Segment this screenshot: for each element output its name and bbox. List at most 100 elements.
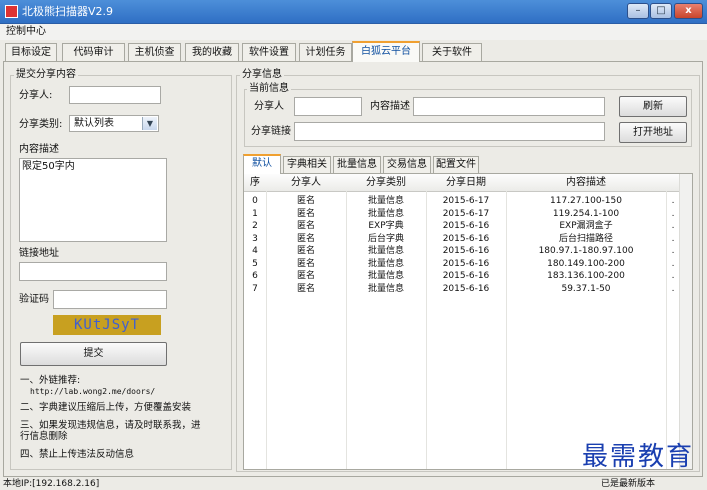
refresh-button[interactable]: 刷新 [619,96,687,117]
tab-host-recon[interactable]: 主机侦查 [128,43,181,61]
cell-sharer: 匿名 [296,196,315,206]
info-sharer-field[interactable] [294,97,362,116]
tab-code-audit[interactable]: 代码审计 [62,43,125,61]
minimize-button[interactable]: – [627,3,649,19]
maximize-button[interactable]: □ [650,3,672,19]
cell-content: 117.27.100-150 [550,196,622,206]
info-sharer-label: 分享人 [254,101,284,112]
menu-control-center[interactable]: 控制中心 [6,25,46,39]
subtab-batch-info[interactable]: 批量信息 [333,156,381,173]
cell-category: 批量信息 [367,258,404,269]
sharer-input[interactable] [69,86,161,104]
cell-category: 批量信息 [367,196,404,206]
note-4: 四、禁止上传违法反动信息 [20,449,135,460]
cell-content: 180.97.1-180.97.100 [538,246,634,256]
table-row[interactable]: 7 匿名 批量信息 2015-6-16 59.37.1-50. [244,283,674,295]
subtab-dictionary[interactable]: 字典相关 [283,156,331,173]
cell-category: 批量信息 [367,271,404,281]
captcha-image[interactable]: KUtJSyT [53,315,161,335]
menu-bar [0,24,707,40]
subtab-default[interactable]: 默认 [243,154,281,174]
table-row[interactable]: 4 匿名 批量信息 2015-6-16 180.97.1-180.97.100. [244,245,674,257]
cell-sharer: 匿名 [296,258,315,269]
window-title: 北极熊扫描器V2.9 [22,5,114,18]
cell-extra: . [671,283,675,294]
submit-share-title: 提交分享内容 [14,69,78,81]
content-text: 限定50字内 [22,161,75,172]
cell-extra: . [671,271,675,281]
cell-category: 后台字典 [367,233,404,244]
info-link-field[interactable] [294,122,605,141]
share-table[interactable]: 序 分享人 分享类别 分享日期 内容描述 0 匿名 批量信息 2015-6-17 117… [243,173,693,470]
tab-favorites[interactable]: 我的收藏 [185,43,239,61]
table-row[interactable]: 0 匿名 批量信息 2015-6-17 117.27.100-150. [244,195,674,207]
cell-index: 1 [252,208,258,219]
category-select[interactable]: 默认列表 ▼ [69,115,159,132]
sharer-label: 分享人: [19,90,53,101]
note-2: 二、字典建议压缩后上传，方便覆盖安装 [20,402,192,413]
close-button[interactable]: x [674,3,703,19]
subtab-config-files[interactable]: 配置文件 [433,156,479,173]
tab-about[interactable]: 关于软件 [422,43,482,61]
app-icon [5,5,18,18]
link-input[interactable] [19,262,167,281]
cell-content: EXP漏洞盒子 [559,221,613,231]
subtab-trade-info[interactable]: 交易信息 [383,156,431,173]
table-row[interactable]: 5 匿名 批量信息 2015-6-16 180.149.100-200. [244,258,674,270]
open-address-button[interactable]: 打开地址 [619,122,687,143]
category-value: 默认列表 [74,118,114,129]
cell-date: 2015-6-16 [442,233,490,244]
cell-date: 2015-6-16 [442,283,490,294]
cell-index: 7 [252,283,258,294]
cell-date: 2015-6-16 [442,258,490,269]
local-ip-status: 本地IP:[192.168.2.16] [3,479,100,489]
col-index-header[interactable]: 序 [244,174,267,192]
content-label: 内容描述 [19,144,59,155]
tab-software-settings[interactable]: 软件设置 [242,43,296,61]
cell-date: 2015-6-16 [442,246,490,256]
share-info-title: 分享信息 [240,69,284,81]
tab-cloud-platform[interactable]: 白狐云平台 [352,41,420,62]
note-1-url[interactable]: http://lab.wong2.me/doors/ [30,386,222,398]
cell-sharer: 匿名 [296,221,315,231]
cell-extra: . [671,233,675,244]
cell-date: 2015-6-16 [442,271,490,281]
cell-sharer: 匿名 [296,233,315,244]
cell-content: 119.254.1-100 [552,208,620,219]
content-textarea[interactable]: 限定50字内 [19,158,167,242]
link-label: 链接地址 [19,248,59,259]
cell-index: 2 [252,221,258,231]
current-info-title: 当前信息 [247,83,291,95]
cell-index: 5 [252,258,258,269]
col-sharer-header[interactable]: 分享人 [266,174,347,192]
watermark: 最需教育 [582,442,695,472]
info-content-field[interactable] [413,97,605,116]
table-row[interactable]: 3 匿名 后台字典 2015-6-16 后台扫描路径. [244,233,674,245]
table-row[interactable]: 2 匿名 EXP字典 2015-6-16 EXP漏洞盒子. [244,220,674,232]
submit-button[interactable]: 提交 [20,342,167,366]
category-label: 分享类别: [19,119,63,130]
table-row[interactable]: 6 匿名 批量信息 2015-6-16 183.136.100-200. [244,270,674,282]
cell-index: 0 [252,196,258,206]
cell-sharer: 匿名 [296,246,315,256]
cell-index: 6 [252,271,258,281]
col-content-header[interactable]: 内容描述 [506,174,667,192]
col-date-header[interactable]: 分享日期 [426,174,507,192]
cell-sharer: 匿名 [296,271,315,281]
tab-target-settings[interactable]: 目标设定 [5,43,57,61]
cell-extra: . [671,246,675,256]
cell-index: 3 [252,233,258,244]
captcha-input[interactable] [53,290,167,309]
table-row[interactable]: 1 匿名 批量信息 2015-6-17 119.254.1-100. [244,208,674,220]
cell-extra: . [671,196,675,206]
cell-category: 批量信息 [367,246,404,256]
tab-scheduled-tasks[interactable]: 计划任务 [299,43,352,61]
cell-category: 批量信息 [367,283,404,294]
cell-content: 180.149.100-200 [547,258,625,269]
cell-content: 后台扫描路径 [558,233,613,244]
table-scrollbar[interactable] [679,174,692,469]
chevron-down-icon[interactable]: ▼ [142,117,157,130]
note-3b: 行信息删除 [20,431,68,442]
col-category-header[interactable]: 分享类别 [346,174,427,192]
captcha-label: 验证码 [19,294,49,305]
